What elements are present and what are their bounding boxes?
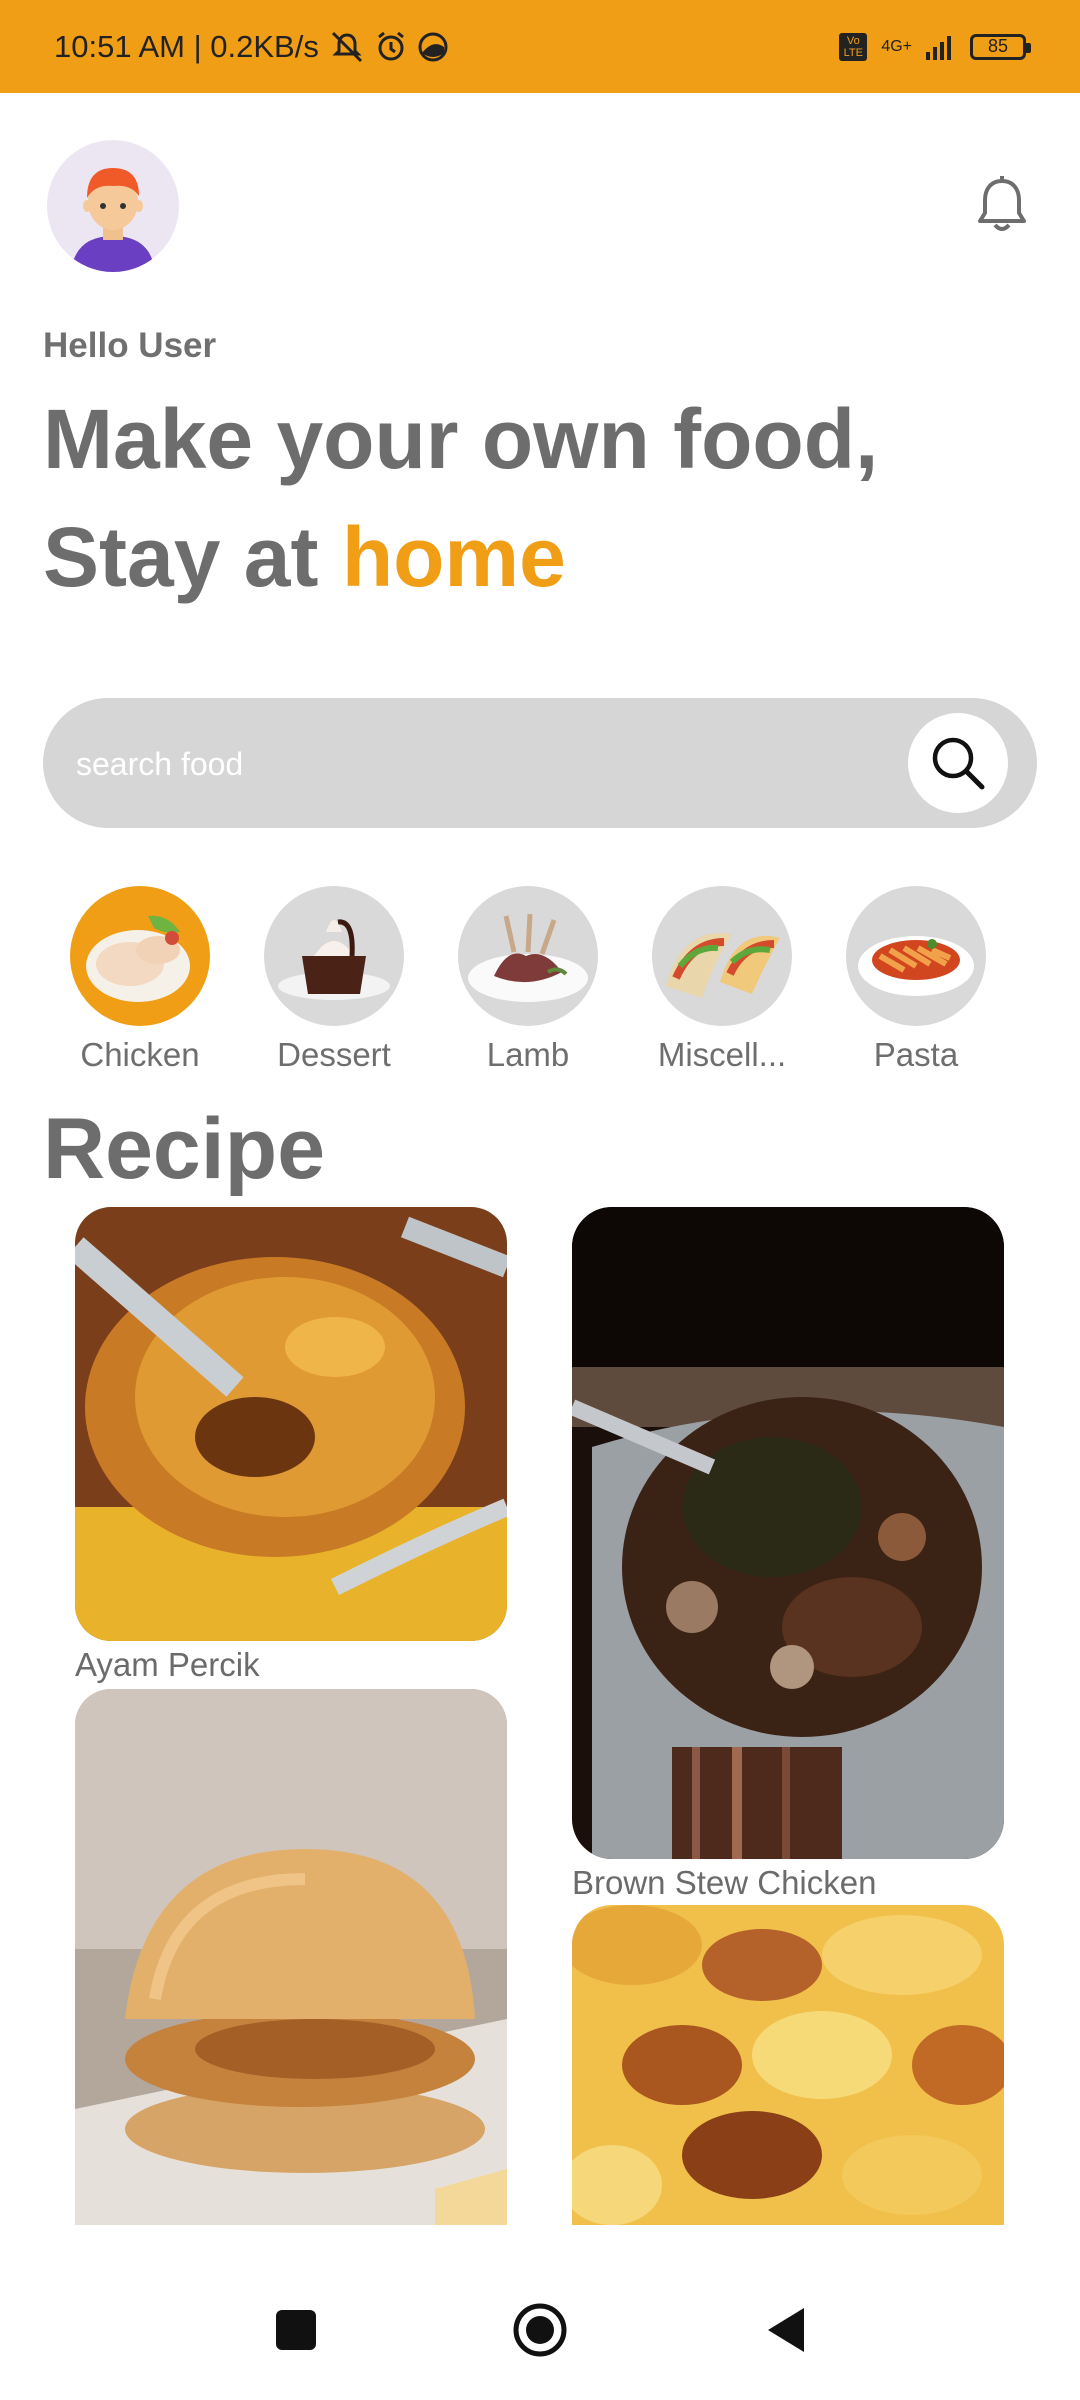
recipe-image bbox=[75, 1689, 507, 2225]
status-bar: 10:51 AM | 0.2KB/s Vo LTE 4G+ 85 bbox=[0, 0, 1080, 93]
status-left: 10:51 AM | 0.2KB/s bbox=[54, 29, 449, 65]
headline-line1: Make your own food, bbox=[43, 392, 879, 486]
search-button[interactable] bbox=[908, 713, 1008, 813]
category-pasta[interactable]: Pasta bbox=[816, 886, 1016, 1074]
recipe-image bbox=[75, 1207, 507, 1641]
category-image bbox=[652, 886, 792, 1026]
category-list: Chicken Dessert Lamb Miscell... Pasta bbox=[0, 886, 1080, 1076]
category-chicken[interactable]: Chicken bbox=[40, 886, 240, 1074]
category-label: Chicken bbox=[80, 1036, 200, 1073]
battery-icon: 85 bbox=[970, 33, 1031, 60]
network-label: 4G+ bbox=[881, 37, 912, 55]
volte-badge: Vo LTE bbox=[839, 32, 868, 61]
nav-home-button[interactable] bbox=[510, 2300, 570, 2360]
signal-icon bbox=[926, 34, 956, 60]
bell-icon[interactable] bbox=[975, 175, 1029, 235]
recipe-section-title: Recipe bbox=[43, 1101, 326, 1197]
alarm-icon bbox=[375, 31, 407, 63]
recipe-card-ayam-percik[interactable] bbox=[75, 1207, 507, 1641]
category-image bbox=[846, 886, 986, 1026]
search-bar bbox=[43, 698, 1037, 830]
recipe-card-brown-stew-chicken[interactable] bbox=[572, 1207, 1004, 1859]
category-label: Dessert bbox=[277, 1036, 391, 1073]
category-lamb[interactable]: Lamb bbox=[428, 886, 628, 1074]
status-right: Vo LTE 4G+ 85 bbox=[839, 32, 1031, 61]
nav-recents-button[interactable] bbox=[266, 2300, 326, 2360]
avatar[interactable] bbox=[47, 140, 179, 272]
recipe-image bbox=[572, 1207, 1004, 1859]
category-image bbox=[458, 886, 598, 1026]
recipe-card-potato-bake[interactable] bbox=[572, 1905, 1004, 2225]
status-time-speed: 10:51 AM | 0.2KB/s bbox=[54, 28, 319, 64]
search-input[interactable] bbox=[74, 698, 898, 830]
headline-accent-word: home bbox=[341, 510, 566, 604]
headline: Make your own food, Stay at home bbox=[43, 380, 1043, 616]
nav-back-button[interactable] bbox=[756, 2300, 816, 2360]
triangle-back-icon bbox=[768, 2308, 804, 2352]
battery-level: 85 bbox=[987, 36, 1009, 56]
category-label: Lamb bbox=[486, 1036, 570, 1073]
data-saver-icon bbox=[417, 31, 449, 63]
search-icon bbox=[932, 737, 985, 790]
recipe-title: Brown Stew Chicken bbox=[572, 1864, 877, 1901]
category-miscellaneous[interactable]: Miscell... bbox=[622, 886, 822, 1074]
avatar-illustration bbox=[71, 168, 155, 272]
headline-line2: Stay at home bbox=[43, 498, 1043, 616]
square-icon bbox=[276, 2310, 316, 2350]
circle-icon bbox=[513, 2303, 567, 2357]
category-image bbox=[264, 886, 404, 1026]
mute-icon bbox=[329, 31, 365, 63]
category-label: Miscell... bbox=[657, 1036, 787, 1073]
system-nav-bar bbox=[0, 2260, 1080, 2400]
recipe-image bbox=[572, 1905, 1004, 2225]
greeting-text: Hello User bbox=[43, 326, 217, 365]
category-image bbox=[70, 886, 210, 1026]
recipe-title: Ayam Percik bbox=[75, 1646, 260, 1683]
headline-line2-prefix: Stay at bbox=[43, 510, 342, 604]
category-dessert[interactable]: Dessert bbox=[234, 886, 434, 1074]
recipe-card-chicken-burger[interactable] bbox=[75, 1689, 507, 2225]
category-label: Pasta bbox=[873, 1036, 959, 1073]
